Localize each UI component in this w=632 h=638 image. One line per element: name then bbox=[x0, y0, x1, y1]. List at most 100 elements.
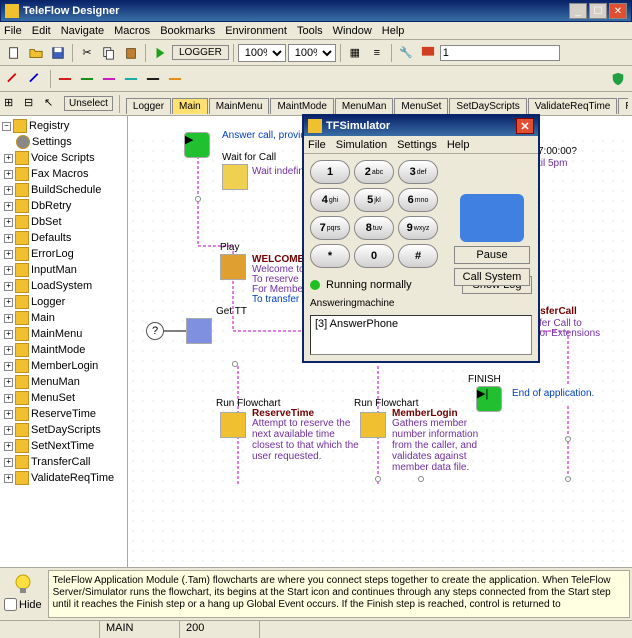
tab-main[interactable]: Main bbox=[172, 98, 208, 114]
keypad-0[interactable]: 0 bbox=[354, 244, 394, 268]
zoom-select-1[interactable]: 100% bbox=[238, 44, 286, 62]
cut-icon[interactable]: ✂ bbox=[77, 43, 97, 63]
sim-menu-settings[interactable]: Settings bbox=[397, 139, 437, 151]
menu-file[interactable]: File bbox=[4, 25, 22, 37]
align-icon[interactable]: ≡ bbox=[367, 43, 387, 63]
menu-bookmarks[interactable]: Bookmarks bbox=[160, 25, 215, 37]
tree-item[interactable]: +DbRetry bbox=[2, 198, 125, 214]
tree-item[interactable]: +MenuSet bbox=[2, 390, 125, 406]
tree-item[interactable]: +Voice Scripts bbox=[2, 150, 125, 166]
line-cyan-icon[interactable] bbox=[121, 69, 141, 89]
save-icon[interactable] bbox=[48, 43, 68, 63]
keypad-6[interactable]: 6mno bbox=[398, 188, 438, 212]
tree-item[interactable]: +MenuMan bbox=[2, 374, 125, 390]
play-node[interactable] bbox=[220, 254, 246, 280]
open-icon[interactable] bbox=[26, 43, 46, 63]
reserve-node[interactable] bbox=[220, 412, 246, 438]
keypad-9[interactable]: 9wxyz bbox=[398, 216, 438, 240]
keypad-#[interactable]: # bbox=[398, 244, 438, 268]
keypad-2[interactable]: 2abc bbox=[354, 160, 394, 184]
collapse-all-icon[interactable]: ⊟ bbox=[24, 96, 40, 112]
tree-item[interactable]: +ValidateReqTime bbox=[2, 470, 125, 486]
tab-reservetime[interactable]: ReserveTime bbox=[618, 98, 628, 114]
tab-mainmenu[interactable]: MainMenu bbox=[209, 98, 270, 114]
tree-item[interactable]: +Logger bbox=[2, 294, 125, 310]
menu-edit[interactable]: Edit bbox=[32, 25, 51, 37]
tree-item[interactable]: +ErrorLog bbox=[2, 246, 125, 262]
line-black-icon[interactable] bbox=[143, 69, 163, 89]
sim-menu-simulation[interactable]: Simulation bbox=[336, 139, 387, 151]
tree-item[interactable]: +BuildSchedule bbox=[2, 182, 125, 198]
sidebar-tree[interactable]: − Registry Settings +Voice Scripts+Fax M… bbox=[0, 116, 128, 567]
shield-icon[interactable] bbox=[608, 69, 628, 89]
close-button[interactable]: ✕ bbox=[609, 3, 627, 19]
page-input[interactable] bbox=[440, 45, 560, 61]
menu-navigate[interactable]: Navigate bbox=[61, 25, 104, 37]
tree-item[interactable]: +Main bbox=[2, 310, 125, 326]
tree-registry[interactable]: − Registry bbox=[2, 118, 125, 134]
tree-item[interactable]: +MainMenu bbox=[2, 326, 125, 342]
run-icon[interactable] bbox=[150, 43, 170, 63]
keypad-*[interactable]: * bbox=[310, 244, 350, 268]
maximize-button[interactable]: ☐ bbox=[589, 3, 607, 19]
tree-item[interactable]: +Fax Macros bbox=[2, 166, 125, 182]
logger-button[interactable]: LOGGER bbox=[172, 45, 229, 60]
question-node[interactable]: ? bbox=[146, 322, 164, 340]
pause-button[interactable]: Pause bbox=[454, 246, 530, 264]
tree-item[interactable]: +Defaults bbox=[2, 230, 125, 246]
simulator-close-button[interactable]: ✕ bbox=[516, 118, 534, 134]
copy-icon[interactable] bbox=[99, 43, 119, 63]
tab-maintmode[interactable]: MaintMode bbox=[270, 98, 333, 114]
keypad-7[interactable]: 7pqrs bbox=[310, 216, 350, 240]
zoom-select-2[interactable]: 100% bbox=[288, 44, 336, 62]
tree-item[interactable]: +ReserveTime bbox=[2, 406, 125, 422]
simulator-titlebar[interactable]: TFSimulator ✕ bbox=[304, 116, 538, 136]
tab-logger[interactable]: Logger bbox=[126, 98, 171, 114]
menu-tools[interactable]: Tools bbox=[297, 25, 323, 37]
tree-item[interactable]: +DbSet bbox=[2, 214, 125, 230]
tree-item[interactable]: +LoadSystem bbox=[2, 278, 125, 294]
new-icon[interactable] bbox=[4, 43, 24, 63]
menu-environment[interactable]: Environment bbox=[225, 25, 287, 37]
line-red-icon[interactable] bbox=[55, 69, 75, 89]
line-orange-icon[interactable] bbox=[165, 69, 185, 89]
keypad-3[interactable]: 3def bbox=[398, 160, 438, 184]
grid-icon[interactable]: ▦ bbox=[345, 43, 365, 63]
tree-item[interactable]: +MaintMode bbox=[2, 342, 125, 358]
member-node[interactable] bbox=[360, 412, 386, 438]
tab-setdayscripts[interactable]: SetDayScripts bbox=[449, 98, 526, 114]
finish-node[interactable]: ▶| bbox=[476, 386, 502, 412]
simulator-output[interactable]: [3] AnswerPhone bbox=[310, 315, 532, 355]
sim-menu-file[interactable]: File bbox=[308, 139, 326, 151]
unselect-button[interactable]: Unselect bbox=[64, 96, 113, 111]
shape-2-icon[interactable] bbox=[26, 69, 46, 89]
tab-validatereqtime[interactable]: ValidateReqTime bbox=[528, 98, 618, 114]
flag-icon[interactable] bbox=[418, 43, 438, 63]
keypad-8[interactable]: 8tuv bbox=[354, 216, 394, 240]
expand-all-icon[interactable]: ⊞ bbox=[4, 96, 20, 112]
tab-menuman[interactable]: MenuMan bbox=[335, 98, 393, 114]
menu-window[interactable]: Window bbox=[333, 25, 372, 37]
paste-icon[interactable] bbox=[121, 43, 141, 63]
line-green-icon[interactable] bbox=[77, 69, 97, 89]
pointer-icon[interactable]: ↖ bbox=[44, 96, 60, 112]
line-magenta-icon[interactable] bbox=[99, 69, 119, 89]
keypad-4[interactable]: 4ghi bbox=[310, 188, 350, 212]
gettt-node[interactable] bbox=[186, 318, 212, 344]
menu-help[interactable]: Help bbox=[382, 25, 405, 37]
tab-menuset[interactable]: MenuSet bbox=[394, 98, 448, 114]
hide-checkbox[interactable] bbox=[4, 598, 17, 611]
tree-item[interactable]: +TransferCall bbox=[2, 454, 125, 470]
call-system-button[interactable]: Call System bbox=[454, 268, 530, 286]
keypad-5[interactable]: 5jkl bbox=[354, 188, 394, 212]
tree-settings[interactable]: Settings bbox=[2, 134, 125, 150]
simulator-window[interactable]: TFSimulator ✕ File Simulation Settings H… bbox=[302, 114, 540, 363]
tree-item[interactable]: +InputMan bbox=[2, 262, 125, 278]
shape-1-icon[interactable] bbox=[4, 69, 24, 89]
start-node[interactable]: ▶ bbox=[184, 132, 210, 158]
keypad-1[interactable]: 1 bbox=[310, 160, 350, 184]
tree-item[interactable]: +SetNextTime bbox=[2, 438, 125, 454]
minimize-button[interactable]: _ bbox=[569, 3, 587, 19]
waitcall-node[interactable] bbox=[222, 164, 248, 190]
menu-macros[interactable]: Macros bbox=[114, 25, 150, 37]
